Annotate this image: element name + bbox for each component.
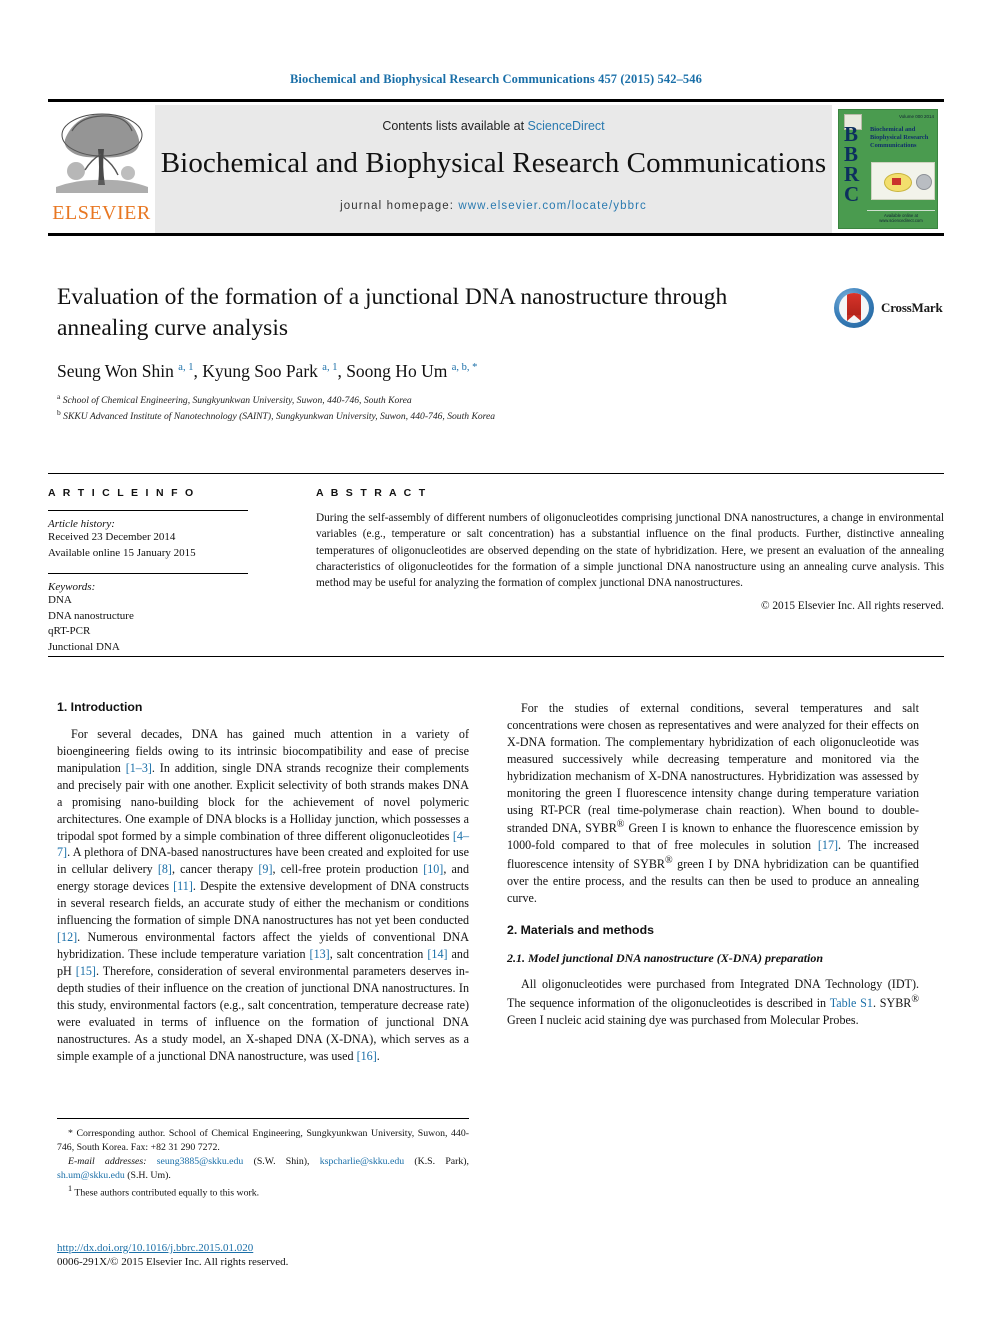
text-run: For the studies of external conditions, … (507, 701, 919, 836)
cover-bottom-label: Available online at www.sciencedirect.co… (867, 210, 935, 223)
affiliation-a: a School of Chemical Engineering, Sungky… (57, 392, 412, 407)
right-column: For the studies of external conditions, … (507, 700, 919, 1064)
abstract-text: During the self-assembly of different nu… (316, 512, 944, 590)
email-link-um[interactable]: sh.um@skku.edu (57, 1170, 125, 1181)
keyword-item: DNA (48, 594, 72, 607)
elsevier-tree-icon (52, 109, 151, 199)
homepage-label: journal homepage: (340, 200, 459, 212)
citation-ref[interactable]: [16] (357, 1049, 377, 1063)
keyword-item: qRT-PCR (48, 625, 91, 638)
available-online-date: Available online 15 January 2015 (48, 546, 196, 559)
keywords-label: Keywords: (48, 581, 96, 594)
abstract-copyright: © 2015 Elsevier Inc. All rights reserved… (760, 600, 944, 613)
intro-paragraph-1: For several decades, DNA has gained much… (57, 726, 469, 1064)
registered-mark: ® (911, 994, 920, 1006)
section-heading-materials-and-methods: 2. Materials and methods (507, 923, 654, 938)
text-run: (S.W. Shin), (243, 1156, 320, 1168)
text-run: (S.H. Um). (124, 1169, 171, 1181)
abstract-column: A B S T R A C T During the self-assembly… (296, 487, 944, 656)
cover-sphere-shape (916, 174, 932, 190)
cover-journal-title: Biochemical and Biophysical Research Com… (870, 126, 929, 149)
text-run: , cell-free protein production (272, 862, 424, 877)
doi-link[interactable]: http://dx.doi.org/10.1016/j.bbrc.2015.01… (57, 1242, 469, 1254)
author-list: Seung Won Shin a, 1, Kyung Soo Park a, 1… (57, 361, 478, 382)
doi-block: http://dx.doi.org/10.1016/j.bbrc.2015.01… (57, 1242, 469, 1268)
footnote-emails: E-mail addresses: seung3885@skku.edu (S.… (57, 1155, 469, 1182)
citation-ref[interactable]: [17] (818, 838, 838, 852)
crossmark-icon (834, 288, 874, 328)
subsection-heading-xdna-preparation: 2.1. Model junctional DNA nanostructure … (507, 951, 824, 966)
text-run: Green I nucleic acid staining dye was pu… (507, 1013, 859, 1027)
methods-paragraph-1: All oligonucleotides were purchased from… (507, 976, 919, 1029)
text-run: . (376, 1048, 380, 1063)
affiliation-b-text: SKKU Advanced Institute of Nanotechnolog… (63, 411, 496, 423)
journal-homepage-line: journal homepage: www.elsevier.com/locat… (155, 200, 832, 212)
cover-acronym: BBRC (844, 122, 860, 207)
text-run: . SYBR (872, 996, 912, 1011)
cover-art: Volume 000 2014 BBRC Biochemical and Bio… (838, 109, 938, 229)
text-run: . Therefore, consideration of several en… (57, 963, 469, 1063)
citation-ref[interactable]: [1–3] (126, 761, 152, 775)
footnote-text: These authors contributed equally to thi… (72, 1187, 260, 1199)
keyword-item: DNA nanostructure (48, 609, 134, 622)
email-link-park[interactable]: kspcharlie@skku.edu (320, 1156, 404, 1167)
text-run: (K.S. Park), (404, 1156, 469, 1168)
keyword-item: Junctional DNA (48, 641, 120, 654)
affiliation-list: a School of Chemical Engineering, Sungky… (57, 392, 847, 424)
left-column: 1. Introduction For several decades, DNA… (57, 700, 469, 1064)
crossmark-label: CrossMark (881, 300, 943, 315)
divider (48, 510, 248, 511)
text-run: , cancer therapy (171, 862, 259, 877)
citation-ref[interactable]: [10] (423, 862, 443, 876)
cover-highlight-shape (892, 178, 901, 185)
article-info-column: A R T I C L E I N F O Article history: R… (48, 487, 296, 656)
received-date: Received 23 December 2014 (48, 531, 176, 543)
article-history-label: Article history: (48, 518, 115, 530)
issn-copyright: 0006-291X/© 2015 Elsevier Inc. All right… (57, 1256, 289, 1268)
citation-ref[interactable]: [14] (427, 947, 447, 961)
body-columns: 1. Introduction For several decades, DNA… (57, 700, 937, 1064)
citation-ref[interactable]: [8] (158, 862, 172, 876)
crossmark-badge[interactable]: CrossMark (834, 286, 943, 330)
contents-list-line: Contents lists available at ScienceDirec… (155, 105, 832, 133)
journal-title: Biochemical and Biophysical Research Com… (160, 147, 827, 179)
paper-page: Biochemical and Biophysical Research Com… (0, 0, 992, 1323)
table-s1-link[interactable]: Table S1 (830, 996, 873, 1010)
journal-masthead: ELSEVIER Contents lists available at Sci… (48, 99, 944, 236)
citation-ref[interactable]: [9] (258, 862, 272, 876)
homepage-url[interactable]: www.elsevier.com/locate/ybbrc (458, 200, 647, 212)
divider (48, 573, 248, 575)
intro-paragraph-2: For the studies of external conditions, … (507, 700, 919, 907)
journal-header-block: Contents lists available at ScienceDirec… (155, 105, 832, 233)
page-title: Evaluation of the formation of a junctio… (57, 284, 728, 341)
footnote-equal-contribution: 1 These authors contributed equally to t… (57, 1183, 469, 1200)
sciencedirect-link[interactable]: ScienceDirect (528, 119, 605, 133)
abstract-heading: A B S T R A C T (316, 487, 428, 499)
citation-ref[interactable]: [11] (173, 879, 193, 893)
article-info-abstract-band: A R T I C L E I N F O Article history: R… (48, 473, 944, 657)
email-addresses-label: E-mail addresses: (68, 1156, 147, 1168)
footnote-text: Corresponding author. School of Chemical… (57, 1128, 469, 1153)
section-heading-introduction: 1. Introduction (57, 700, 143, 714)
citation-ref[interactable]: [12] (57, 930, 77, 944)
affiliation-b: b SKKU Advanced Institute of Nanotechnol… (57, 408, 496, 423)
registered-mark: ® (664, 855, 673, 867)
contents-prefix: Contents lists available at (382, 119, 528, 133)
email-link-shin[interactable]: seung3885@skku.edu (157, 1156, 244, 1167)
article-info-heading: A R T I C L E I N F O (48, 487, 196, 499)
footnote-corresponding-author: * Corresponding author. School of Chemic… (57, 1127, 469, 1154)
citation-ref[interactable]: [15] (76, 964, 96, 978)
running-head: Biochemical and Biophysical Research Com… (290, 72, 702, 86)
elsevier-wordmark: ELSEVIER (52, 202, 151, 224)
journal-cover-thumbnail: Volume 000 2014 BBRC Biochemical and Bio… (832, 105, 944, 233)
title-block: Evaluation of the formation of a junctio… (57, 282, 847, 424)
affiliation-a-text: School of Chemical Engineering, Sungkyun… (62, 395, 412, 407)
footnote-block: * Corresponding author. School of Chemic… (57, 1118, 469, 1201)
text-run: , salt concentration (329, 946, 428, 961)
cover-figure-icon (871, 162, 935, 200)
citation-ref[interactable]: [13] (310, 947, 330, 961)
elsevier-logo: ELSEVIER (48, 105, 155, 233)
